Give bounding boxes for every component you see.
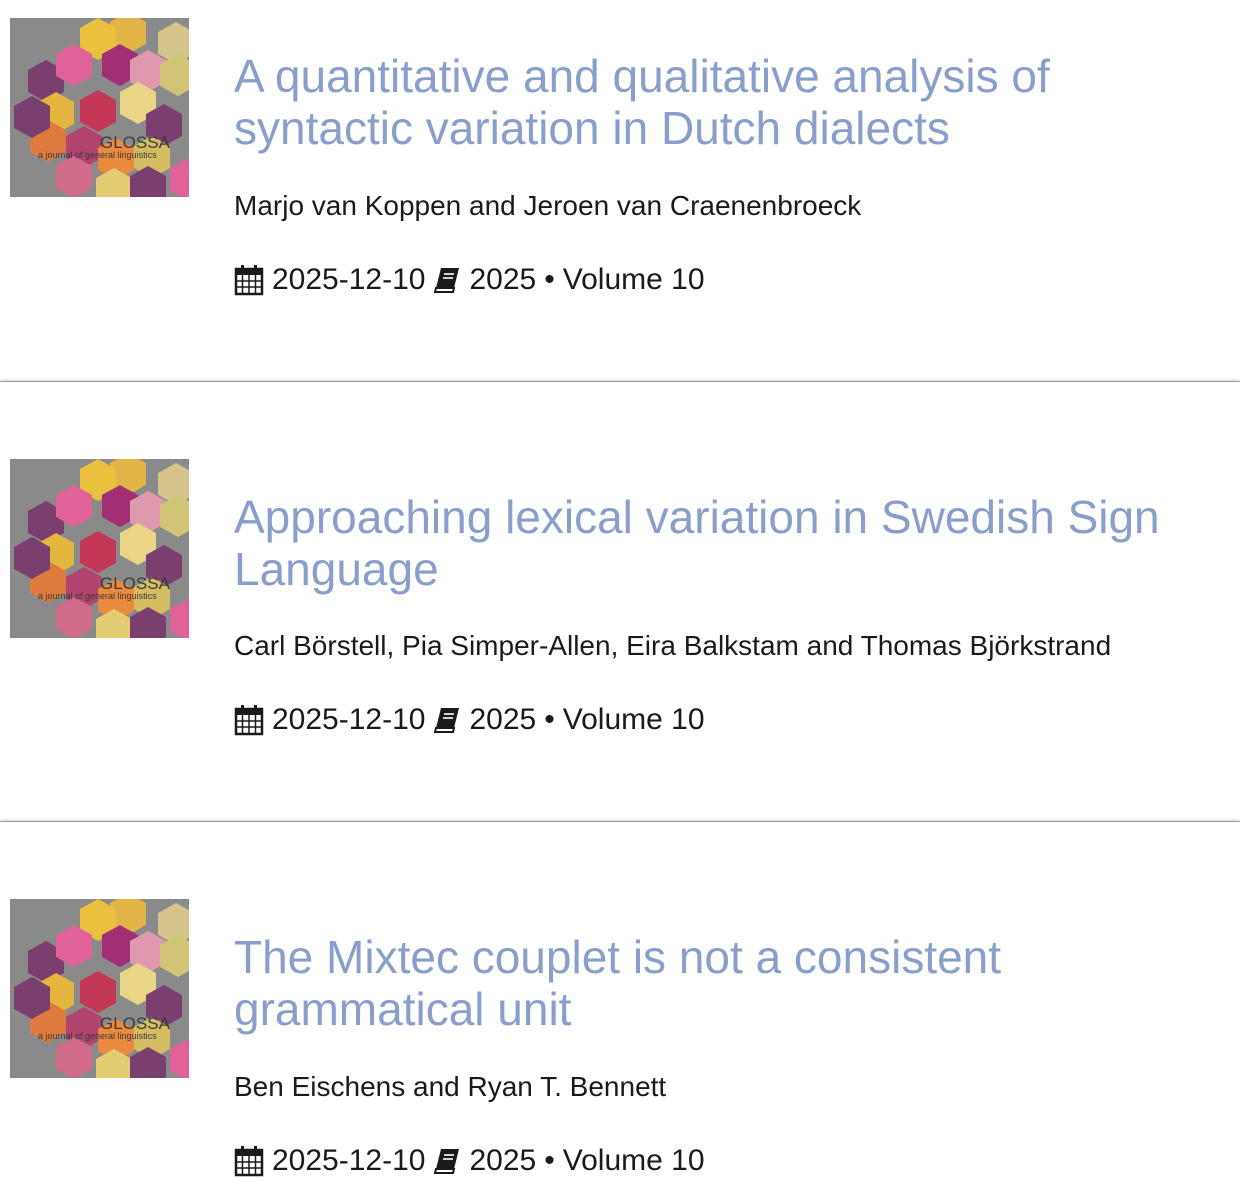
article-divider [0, 821, 1240, 852]
article-meta: 2025-12-10 2025 • Volume 10 [234, 702, 705, 738]
article-authors: Ben Eischens and Ryan T. Bennett [234, 1071, 667, 1102]
book-icon [434, 708, 460, 733]
cover-subtitle: a journal of general linguistics [38, 1031, 157, 1041]
article-meta: 2025-12-10 2025 • Volume 10 [234, 1143, 705, 1179]
article-meta: 2025-12-10 2025 • Volume 10 [234, 262, 705, 298]
article-volume[interactable]: Volume 10 [563, 1143, 705, 1179]
journal-cover-image[interactable]: GLOSSA a journal of general linguistics [10, 459, 189, 638]
article-card: GLOSSA a journal of general linguistics … [0, 851, 1240, 1204]
article-title-link[interactable]: Approaching lexical variation in Swedish… [234, 491, 1224, 595]
book-icon [434, 1149, 460, 1174]
cover-subtitle: a journal of general linguistics [38, 150, 157, 160]
meta-separator: • [544, 703, 555, 736]
article-volume[interactable]: Volume 10 [563, 262, 705, 298]
calendar-icon [234, 265, 264, 296]
calendar-icon [234, 705, 264, 736]
article-date: 2025-12-10 [272, 703, 426, 736]
article-authors: Carl Börstell, Pia Simper-Allen, Eira Ba… [234, 630, 1112, 661]
cover-subtitle: a journal of general linguistics [38, 591, 157, 601]
calendar-icon [234, 1146, 264, 1177]
article-volume[interactable]: Volume 10 [563, 702, 705, 738]
article-date: 2025-12-10 [272, 263, 426, 296]
article-year: 2025 [469, 263, 537, 296]
article-card: GLOSSA a journal of general linguistics … [0, 0, 1240, 380]
book-icon [434, 268, 460, 293]
article-year: 2025 [469, 1144, 537, 1177]
journal-cover-image[interactable]: GLOSSA a journal of general linguistics [10, 18, 189, 197]
article-title-link[interactable]: A quantitative and qualitative analysis … [234, 50, 1224, 154]
article-title-link[interactable]: The Mixtec couplet is not a consistent g… [234, 931, 1224, 1035]
journal-cover-image[interactable]: GLOSSA a journal of general linguistics [10, 899, 189, 1078]
article-divider [0, 381, 1240, 412]
article-card: GLOSSA a journal of general linguistics … [0, 411, 1240, 820]
article-date: 2025-12-10 [272, 1144, 426, 1177]
article-authors: Marjo van Koppen and Jeroen van Craenenb… [234, 190, 862, 221]
article-year: 2025 [469, 703, 537, 736]
meta-separator: • [544, 1144, 555, 1177]
meta-separator: • [544, 263, 555, 296]
